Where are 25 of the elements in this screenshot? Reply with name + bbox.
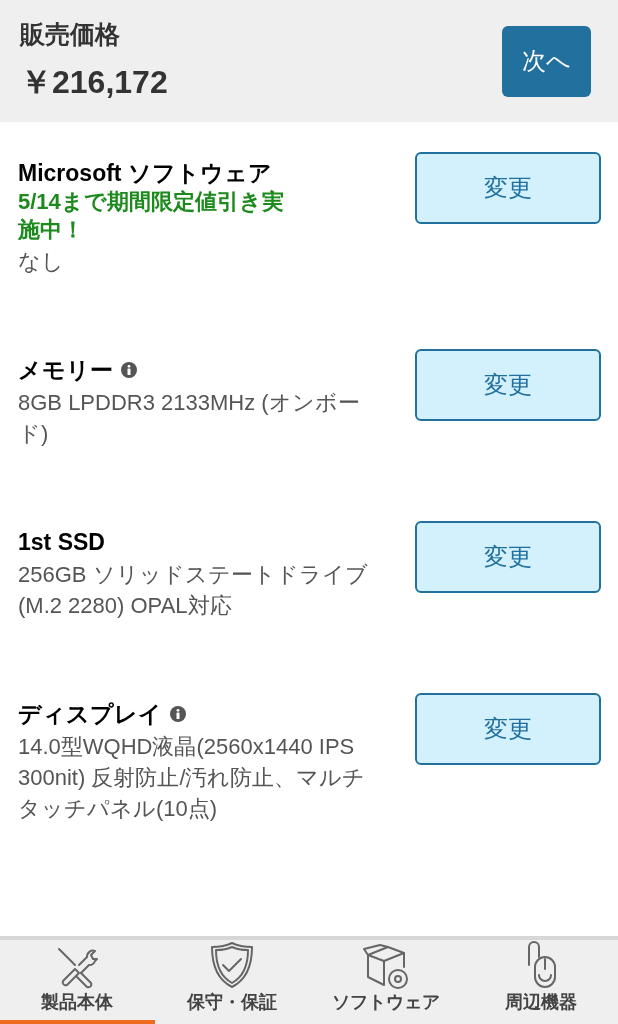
change-button[interactable]: 変更	[415, 349, 601, 421]
next-button[interactable]: 次へ	[502, 25, 591, 97]
option-value: 8GB LPDDR3 2133MHz (オンボード)	[18, 389, 361, 448]
shield-check-icon	[209, 941, 254, 989]
price-value: ￥216,172	[20, 62, 168, 102]
bottom-tab[interactable]: ソフトウェア	[309, 940, 464, 1024]
option-title: 1st SSD	[18, 528, 105, 557]
option-value: 14.0型WQHD液晶(2560x1440 IPS 300nit) 反射防止/汚れ防止、マルチタッチパネル(10点)	[18, 733, 367, 823]
change-button[interactable]: 変更	[415, 521, 601, 593]
option-title: Microsoft ソフトウェア	[18, 159, 272, 188]
price-label: 販売価格	[20, 19, 121, 51]
option-value: なし	[18, 248, 65, 276]
option-title: メモリー	[18, 356, 113, 385]
bottom-tab[interactable]: 周辺機器	[463, 940, 618, 1024]
box-disc-icon	[362, 941, 411, 989]
info-icon[interactable]	[170, 706, 186, 722]
info-icon[interactable]	[121, 362, 137, 378]
option-title: ディスプレイ	[18, 700, 162, 729]
change-button[interactable]: 変更	[415, 693, 601, 765]
bottom-tab[interactable]: 製品本体	[0, 940, 155, 1024]
option-value: 256GB ソリッドステートドライブ (M.2 2280) OPAL対応	[18, 561, 368, 620]
promo-text: 5/14まで期間限定値引き実施中！	[18, 188, 285, 244]
change-button[interactable]: 変更	[415, 152, 601, 224]
bottom-tab[interactable]: 保守・保証	[154, 940, 309, 1024]
tools-icon	[55, 945, 100, 989]
